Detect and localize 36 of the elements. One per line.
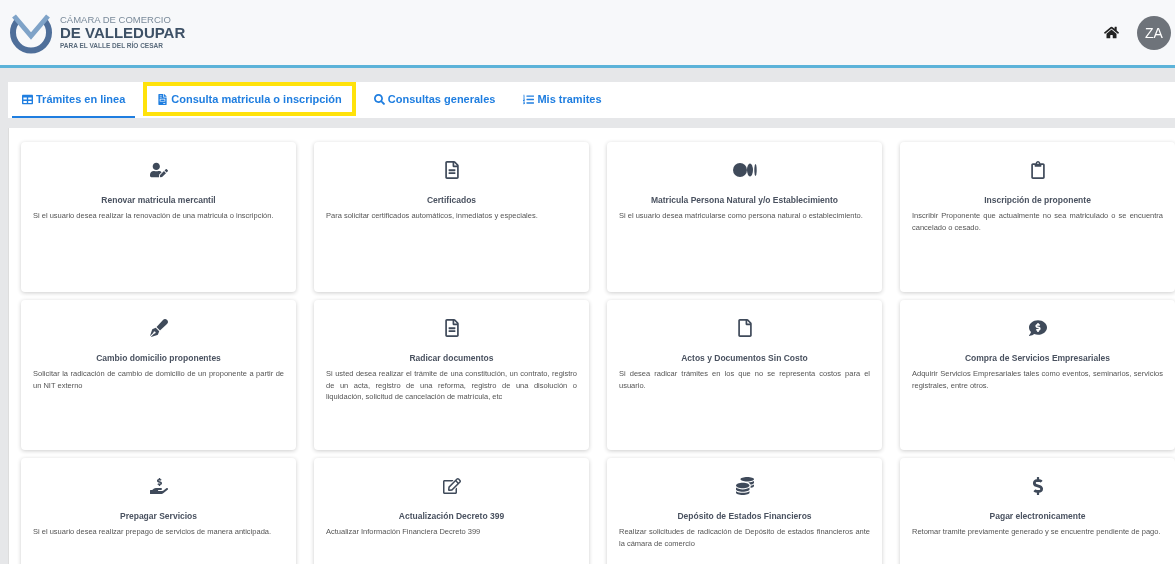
card-title: Certificados (426, 194, 477, 206)
tab[interactable]: Trámites en linea (12, 82, 136, 118)
card-title: Depósito de Estados Financieros (677, 510, 812, 522)
clipboard-icon (1028, 161, 1047, 179)
logo-text: DE VALLEDUPAR (60, 25, 186, 41)
service-card[interactable] (314, 300, 589, 450)
card-title: Radicar documentos (409, 352, 494, 364)
document-icon (442, 161, 461, 179)
tab[interactable]: Consulta matricula o inscripción (143, 82, 356, 118)
list-icon (523, 93, 535, 105)
tab[interactable]: Consultas generales (363, 82, 506, 118)
edit-icon (442, 477, 461, 495)
pen-icon (149, 319, 168, 337)
card-title: Renovar matricula mercantil (101, 194, 216, 206)
card-title: Inscripción de proponente (984, 194, 1091, 206)
logo-text: CÁMARA DE COMERCIO (60, 15, 172, 26)
speech-bubble-dollar-icon (1028, 319, 1047, 337)
user-pen-icon (149, 161, 168, 179)
card-title: Actualización Decreto 399 (398, 510, 505, 522)
dots-icon (732, 163, 757, 177)
card-title: Actos y Documentos Sin Costo (681, 352, 808, 364)
tab[interactable]: Mis tramites (513, 82, 612, 118)
card-title: Pagar electronicamente (989, 510, 1086, 522)
card-title: Cambio domicilio proponentes (96, 352, 221, 364)
hand-coin-icon (149, 477, 168, 495)
search-icon (373, 93, 385, 105)
user-avatar[interactable]: ZA (1137, 15, 1171, 50)
file-icon (157, 93, 169, 105)
document-icon (442, 319, 461, 337)
table-icon (22, 93, 33, 105)
card-title: Matricula Persona Natural y/o Establecimiento (650, 194, 839, 206)
file-icon (735, 319, 754, 337)
coins-icon (735, 477, 754, 495)
card-title: Prepagar Servicios (120, 510, 197, 522)
home-icon[interactable] (1104, 25, 1119, 40)
card-title: Compra de Servicios Empresariales (964, 352, 1110, 364)
